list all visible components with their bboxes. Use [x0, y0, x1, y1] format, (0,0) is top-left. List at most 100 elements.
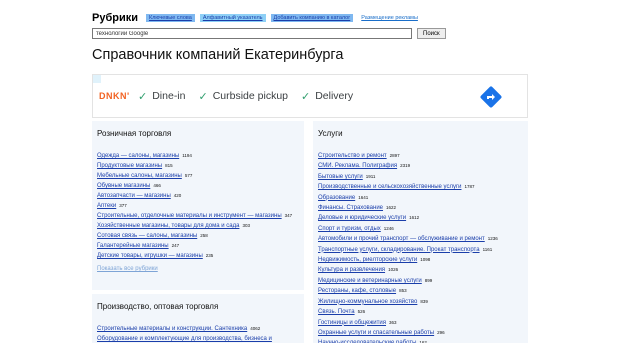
category-count: 1612 — [409, 215, 420, 221]
category-link[interactable]: Охранные услуги и спасательные работы — [318, 330, 434, 336]
list-item: Одежда — салоны, магазины 1194 — [97, 151, 299, 161]
category-link[interactable]: Медицинские и ветеринарные услуги — [318, 278, 422, 284]
category-count: 235 — [205, 253, 214, 258]
category-count: 899 — [424, 277, 433, 283]
top-bar: Рубрики Ключевые слова Алфавитный указате… — [92, 11, 421, 25]
list-item: Хозяйственные магазины, товары для дома … — [97, 221, 299, 231]
category-link[interactable]: Рестораны, кафе, столовые — [318, 288, 396, 294]
category-count: 1787 — [464, 184, 475, 190]
category-link[interactable]: Хозяйственные магазины, товары для дома … — [97, 223, 239, 229]
brand-title: Рубрики — [92, 12, 138, 24]
list-item: Мебельные салоны, магазины 577 — [97, 171, 299, 181]
section-title: Розничная торговля — [97, 129, 172, 138]
category-link[interactable]: Гостиницы и общежития — [318, 320, 386, 326]
list-item: Медицинские и ветеринарные услуги 899 — [318, 276, 523, 286]
search-button[interactable]: Поиск — [417, 28, 446, 39]
list-item: Автозапчасти — магазины 420 — [97, 191, 299, 201]
category-link[interactable]: Галантерейные магазины — [97, 243, 169, 249]
search-form: Поиск — [92, 28, 446, 39]
topnav-link[interactable]: Размещение рекламы — [358, 14, 421, 22]
list-item: Продуктовые магазины 815 — [97, 161, 299, 171]
topnav-link[interactable]: Алфавитный указатель — [199, 14, 266, 22]
category-link[interactable]: Строительство и ремонт — [318, 153, 387, 159]
services-section: Услуги Строительство и ремонт 2897 СМИ. Ре… — [313, 121, 528, 343]
category-link[interactable]: Сотовая связь — салоны, магазины — [97, 233, 197, 239]
category-count: 815 — [165, 163, 173, 168]
topnav-link[interactable]: Добавить компанию в каталог — [270, 14, 354, 22]
category-link[interactable]: Спорт и туризм, отдых — [318, 226, 381, 232]
category-link[interactable]: Оборудование и комплектующие для произво… — [97, 336, 272, 342]
ad-option-label: Dine-in — [152, 90, 186, 102]
category-count: 1246 — [383, 225, 394, 231]
category-count: 420 — [173, 193, 182, 198]
category-count: 1622 — [386, 205, 397, 211]
topnav-link[interactable]: Ключевые слова — [146, 14, 195, 22]
category-link[interactable]: СМИ. Реклама. Полиграфия — [318, 163, 397, 169]
list-item: Производственные и сельскохозяйственные … — [318, 182, 523, 192]
category-link[interactable]: Связь. Почта — [318, 309, 355, 315]
category-link[interactable]: Жилищно-коммунальное хозяйство — [318, 299, 417, 305]
list-item: Связь. Почта 526 — [318, 307, 523, 317]
list-item: Аптеки 377 — [97, 201, 299, 211]
category-count: 2897 — [389, 153, 400, 158]
category-count: 347 — [284, 213, 293, 218]
list-item: Оборудование и комплектующие для произво… — [97, 334, 299, 343]
list-item: Деловые и юридические услуги 1612 — [318, 213, 523, 223]
list-item: Гостиницы и общежития 363 — [318, 318, 523, 328]
category-link[interactable]: Автомобили и прочий транспорт — обслужив… — [318, 236, 485, 242]
category-link[interactable]: Строительные, отделочные материалы и инс… — [97, 213, 282, 219]
category-link[interactable]: Детские товары, игрушки — магазины — [97, 253, 203, 259]
category-link[interactable]: Одежда — салоны, магазины — [97, 153, 179, 159]
show-all-link[interactable]: Показать все рубрики — [97, 266, 299, 272]
ad-option: ✓ Curbside pickup — [198, 90, 288, 103]
category-link[interactable]: Транспортные услуги, складирование. Прок… — [318, 247, 480, 253]
list-item: Культура и развлечения 1026 — [318, 265, 523, 275]
ad-option-label: Curbside pickup — [212, 90, 288, 102]
category-link[interactable]: Производственные и сельскохозяйственные … — [318, 184, 461, 190]
search-input[interactable] — [92, 28, 412, 39]
list-item: Финансы. Страхование 1622 — [318, 203, 523, 213]
section-title: Производство, оптовая торговля — [97, 302, 219, 311]
list-item: Строительные, отделочные материалы и инс… — [97, 211, 299, 221]
category-count: 2319 — [400, 163, 411, 169]
list-item: Недвижимость, риелторские услуги 1098 — [318, 255, 523, 265]
category-count: 377 — [119, 203, 127, 208]
list-item: Строительные материалы и конструкции. Са… — [97, 324, 299, 334]
category-link[interactable]: Культура и развлечения — [318, 267, 385, 273]
list-item: Бытовые услуги 1911 — [318, 172, 523, 182]
category-link[interactable]: Финансы. Страхование — [318, 205, 383, 211]
retail-list: Одежда — салоны, магазины 1194 Продуктовые… — [97, 151, 299, 261]
category-link[interactable]: Образование — [318, 195, 355, 201]
list-item: Строительство и ремонт 2897 — [318, 151, 523, 161]
category-link[interactable]: Продуктовые магазины — [97, 163, 162, 169]
ad-choices-icon[interactable] — [93, 75, 101, 83]
category-count: 526 — [357, 309, 366, 315]
category-count: 247 — [171, 243, 180, 248]
category-count: 4062 — [250, 326, 261, 331]
category-count: 296 — [437, 329, 445, 335]
category-link[interactable]: Обувные магазины — [97, 183, 150, 189]
list-item: Транспортные услуги, складирование. Прок… — [318, 245, 523, 255]
production-list: Строительные материалы и конструкции. Са… — [97, 324, 299, 343]
list-item: Обувные магазины 466 — [97, 181, 299, 191]
category-link[interactable]: Бытовые услуги — [318, 174, 363, 180]
list-item: Научно-исследовательские работы162 — [318, 338, 523, 343]
ad-banner[interactable]: DNKN' ✓ Dine-in ✓ Curbside pickup ✓ Deliver… — [92, 74, 528, 118]
category-count: 1236 — [487, 236, 498, 242]
list-item: Рестораны, кафе, столовые 853 — [318, 286, 523, 296]
retail-section: Розничная торговля Одежда — салоны, мага… — [92, 121, 304, 290]
category-link[interactable]: Строительные материалы и конструкции. Са… — [97, 326, 247, 332]
directions-icon[interactable] — [479, 85, 503, 109]
category-count: 1641 — [358, 194, 369, 200]
ad-option-label: Delivery — [315, 90, 354, 102]
list-item: Галантерейные магазины 247 — [97, 241, 299, 251]
list-item: Спорт и туризм, отдых 1246 — [318, 224, 523, 234]
category-link[interactable]: Автозапчасти — магазины — [97, 193, 171, 199]
category-link[interactable]: Мебельные салоны, магазины — [97, 173, 182, 179]
category-link[interactable]: Недвижимость, риелторские услуги — [318, 257, 417, 263]
category-link[interactable]: Деловые и юридические услуги — [318, 215, 406, 221]
top-nav: Ключевые слова Алфавитный указатель Добави… — [146, 14, 421, 22]
category-link[interactable]: Аптеки — [97, 203, 116, 209]
category-count: 853 — [399, 288, 407, 294]
list-item: Охранные услуги и спасательные работы 296 — [318, 328, 523, 338]
